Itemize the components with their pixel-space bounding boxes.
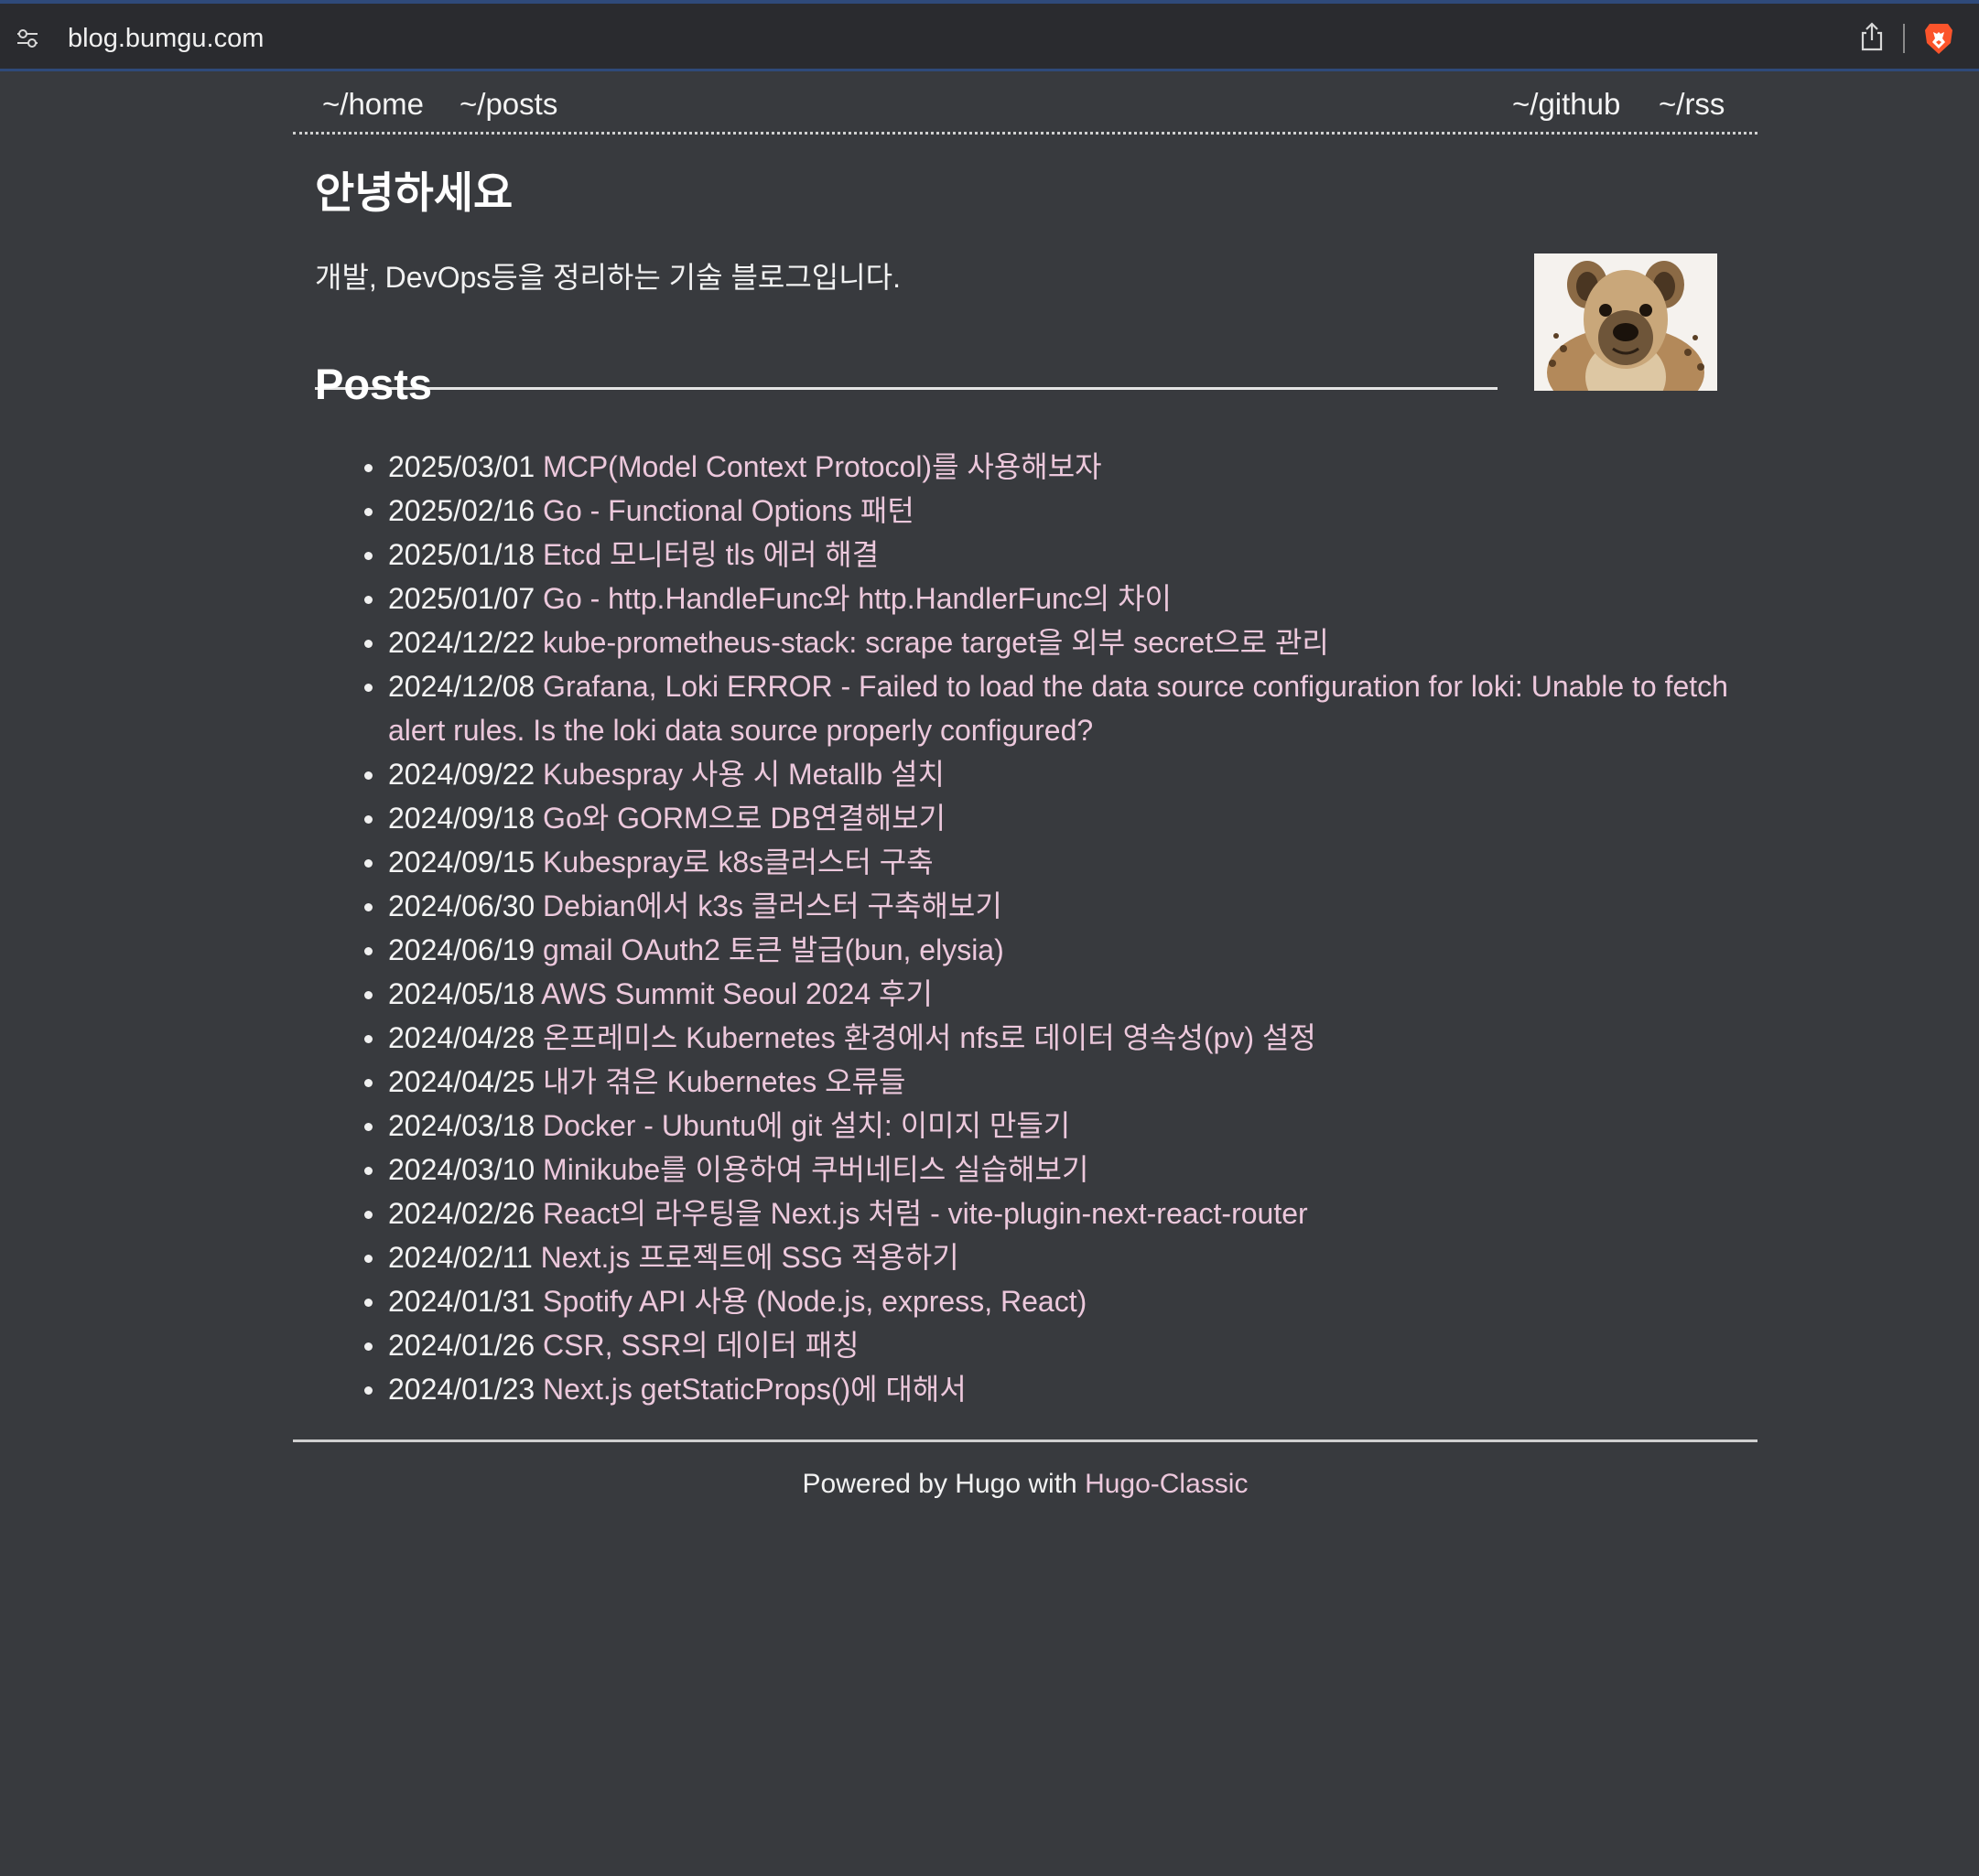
toolbar-divider [1903, 24, 1905, 53]
list-item: 2024/02/11 Next.js 프로젝트에 SSG 적용하기 [364, 1235, 1743, 1279]
post-date: 2024/03/10 [388, 1153, 535, 1186]
post-date: 2024/01/31 [388, 1285, 535, 1318]
posts-heading: Posts [315, 360, 432, 408]
post-link[interactable]: MCP(Model Context Protocol)를 사용해보자 [543, 450, 1102, 483]
post-link[interactable]: Grafana, Loki ERROR - Failed to load the… [388, 670, 1728, 747]
post-link[interactable]: Go와 GORM으로 DB연결해보기 [543, 802, 946, 835]
post-date: 2024/01/23 [388, 1373, 535, 1406]
post-link[interactable]: React의 라우팅을 Next.js 처럼 - vite-plugin-nex… [543, 1197, 1308, 1230]
post-link[interactable]: Next.js getStaticProps()에 대해서 [543, 1373, 967, 1406]
post-date: 2024/09/15 [388, 846, 535, 879]
blog-description: 개발, DevOps등을 정리하는 기술 블로그입니다. [315, 261, 901, 294]
list-item: 2025/01/18 Etcd 모니터링 tls 에러 해결 [364, 533, 1743, 577]
post-date: 2024/04/28 [388, 1021, 535, 1054]
post-date: 2024/03/18 [388, 1109, 535, 1142]
post-date: 2024/12/08 [388, 670, 535, 703]
post-date: 2024/06/30 [388, 889, 535, 922]
nav-rss-link[interactable]: ~/rss [1659, 86, 1725, 123]
list-item: 2024/02/26 React의 라우팅을 Next.js 처럼 - vite… [364, 1191, 1743, 1235]
url-text[interactable]: blog.bumgu.com [68, 22, 264, 55]
post-link[interactable]: kube-prometheus-stack: scrape target을 외부… [543, 626, 1329, 659]
list-item: 2024/01/26 CSR, SSR의 데이터 패칭 [364, 1323, 1743, 1367]
list-item: 2024/09/15 Kubespray로 k8s클러스터 구축 [364, 840, 1743, 884]
list-item: 2024/09/18 Go와 GORM으로 DB연결해보기 [364, 796, 1743, 840]
post-link[interactable]: CSR, SSR의 데이터 패칭 [543, 1329, 860, 1362]
footer-text: Powered by Hugo with Hugo-Classic [293, 1466, 1757, 1503]
post-date: 2024/02/26 [388, 1197, 535, 1230]
post-date: 2025/01/07 [388, 582, 535, 615]
post-date: 2024/05/18 [388, 977, 535, 1010]
list-item: 2024/03/18 Docker - Ubuntu에 git 설치: 이미지 … [364, 1104, 1743, 1148]
brave-lion-icon[interactable] [1922, 20, 1955, 57]
post-date: 2025/03/01 [388, 450, 535, 483]
post-date: 2024/12/22 [388, 626, 535, 659]
list-item: 2024/04/28 온프레미스 Kubernetes 환경에서 nfs로 데이… [364, 1016, 1743, 1060]
browser-address-bar: blog.bumgu.com [0, 0, 1979, 71]
post-link[interactable]: Spotify API 사용 (Node.js, express, React) [543, 1285, 1087, 1318]
nav-posts-link[interactable]: ~/posts [460, 86, 557, 123]
list-item: 2024/04/25 내가 겪은 Kubernetes 오류들 [364, 1060, 1743, 1104]
post-date: 2024/09/18 [388, 802, 535, 835]
list-item: 2024/03/10 Minikube를 이용하여 쿠버네티스 실습해보기 [364, 1148, 1743, 1191]
list-item: 2024/06/19 gmail OAuth2 토큰 발급(bun, elysi… [364, 928, 1743, 972]
post-date: 2025/01/18 [388, 538, 535, 571]
post-link[interactable]: Docker - Ubuntu에 git 설치: 이미지 만들기 [543, 1109, 1070, 1142]
page-container: ~/home ~/posts ~/github ~/rss 안녕하세요 개발, … [293, 71, 1757, 1499]
post-link[interactable]: AWS Summit Seoul 2024 후기 [541, 977, 933, 1010]
list-item: 2024/12/08 Grafana, Loki ERROR - Failed … [364, 664, 1743, 752]
site-settings-icon[interactable] [15, 26, 40, 51]
list-item: 2025/02/16 Go - Functional Options 패턴 [364, 489, 1743, 533]
hugo-classic-link[interactable]: Hugo-Classic [1085, 1469, 1248, 1499]
post-link[interactable]: Kubespray 사용 시 Metallb 설치 [543, 758, 945, 791]
post-link[interactable]: Etcd 모니터링 tls 에러 해결 [543, 538, 879, 571]
intro-section: 안녕하세요 개발, DevOps등을 정리하는 기술 블로그입니다. [293, 135, 1757, 391]
post-date: 2024/09/22 [388, 758, 535, 791]
list-item: 2024/09/22 Kubespray 사용 시 Metallb 설치 [364, 752, 1743, 796]
list-item: 2024/05/18 AWS Summit Seoul 2024 후기 [364, 972, 1743, 1016]
list-item: 2024/01/23 Next.js getStaticProps()에 대해서 [364, 1367, 1743, 1411]
list-item: 2024/01/31 Spotify API 사용 (Node.js, expr… [364, 1279, 1743, 1323]
avatar [1534, 253, 1717, 391]
footer: Powered by Hugo with Hugo-Classic [293, 1439, 1757, 1503]
list-item: 2024/12/22 kube-prometheus-stack: scrape… [364, 620, 1743, 664]
post-link[interactable]: Next.js 프로젝트에 SSG 적용하기 [541, 1241, 959, 1274]
post-date: 2024/01/26 [388, 1329, 535, 1362]
nav-home-link[interactable]: ~/home [322, 86, 424, 123]
post-link[interactable]: Minikube를 이용하여 쿠버네티스 실습해보기 [543, 1153, 1088, 1186]
list-item: 2025/01/07 Go - http.HandleFunc와 http.Ha… [364, 577, 1743, 620]
post-list: 2025/03/01 MCP(Model Context Protocol)를 … [364, 445, 1743, 1411]
post-date: 2024/04/25 [388, 1065, 535, 1098]
page-title: 안녕하세요 [315, 168, 514, 217]
list-item: 2024/06/30 Debian에서 k3s 클러스터 구축해보기 [364, 884, 1743, 928]
intro-divider [315, 387, 1498, 390]
nav-github-link[interactable]: ~/github [1512, 86, 1620, 123]
post-date: 2024/02/11 [388, 1241, 533, 1274]
post-link[interactable]: 내가 겪은 Kubernetes 오류들 [543, 1065, 905, 1098]
post-link[interactable]: 온프레미스 Kubernetes 환경에서 nfs로 데이터 영속성(pv) 설… [543, 1021, 1316, 1054]
post-link[interactable]: Go - Functional Options 패턴 [543, 494, 914, 527]
post-link[interactable]: Go - http.HandleFunc와 http.HandlerFunc의 … [543, 582, 1172, 615]
list-item: 2025/03/01 MCP(Model Context Protocol)를 … [364, 445, 1743, 489]
share-icon[interactable] [1858, 20, 1886, 53]
footer-prefix: Powered by Hugo with [802, 1469, 1077, 1499]
post-link[interactable]: gmail OAuth2 토큰 발급(bun, elysia) [543, 933, 1004, 966]
post-link[interactable]: Kubespray로 k8s클러스터 구축 [543, 846, 934, 879]
post-date: 2025/02/16 [388, 494, 535, 527]
post-date: 2024/06/19 [388, 933, 535, 966]
hyena-photo [1534, 253, 1717, 391]
post-link[interactable]: Debian에서 k3s 클러스터 구축해보기 [543, 889, 1002, 922]
top-nav: ~/home ~/posts ~/github ~/rss [293, 71, 1757, 135]
